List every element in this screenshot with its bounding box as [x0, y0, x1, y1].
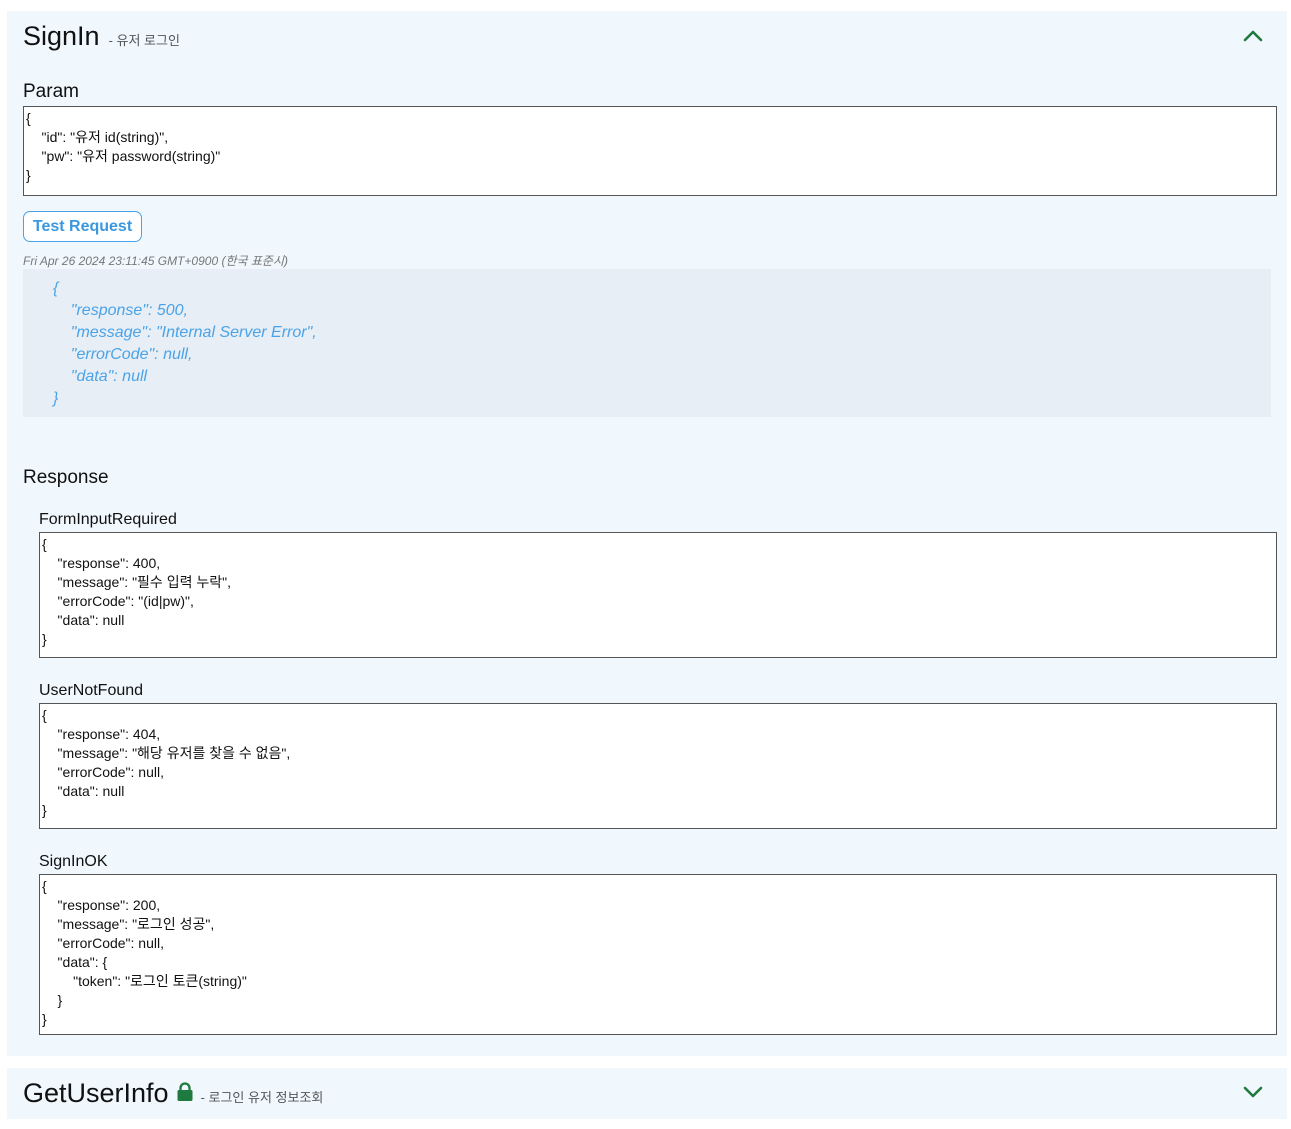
test-request-button[interactable]: Test Request	[23, 211, 142, 242]
chevron-down-icon[interactable]	[1241, 1082, 1265, 1107]
response-name-form-input-required: FormInputRequired	[39, 511, 177, 528]
param-input[interactable]: { "id": "유저 id(string)", "pw": "유저 passw…	[23, 106, 1277, 196]
getuserinfo-subtitle: - 로그인 유저 정보조회	[200, 1090, 324, 1105]
param-label: Param	[23, 81, 79, 102]
response-body-form-input-required[interactable]: { "response": 400, "message": "필수 입력 누락"…	[39, 532, 1277, 658]
response-body-signin-ok[interactable]: { "response": 200, "message": "로그인 성공", …	[39, 874, 1277, 1035]
signin-panel: SignIn - 유저 로그인 Param { "id": "유저 id(str…	[7, 11, 1287, 1056]
request-timestamp: Fri Apr 26 2024 23:11:45 GMT+0900 (한국 표준…	[23, 254, 288, 268]
response-label: Response	[23, 467, 109, 488]
response-name-user-not-found: UserNotFound	[39, 682, 144, 699]
chevron-up-icon[interactable]	[1241, 25, 1265, 50]
response-body-user-not-found[interactable]: { "response": 404, "message": "해당 유저를 찾을…	[39, 703, 1277, 829]
getuserinfo-title: GetUserInfo	[23, 1078, 169, 1108]
signin-subtitle: - 유저 로그인	[108, 33, 180, 48]
getuserinfo-panel: GetUserInfo - 로그인 유저 정보조회	[7, 1068, 1287, 1119]
signin-header[interactable]: SignIn - 유저 로그인	[23, 21, 180, 52]
lock-icon	[176, 1082, 194, 1107]
getuserinfo-header[interactable]: GetUserInfo - 로그인 유저 정보조회	[23, 1078, 323, 1109]
response-name-signin-ok: SignInOK	[39, 853, 108, 870]
signin-title: SignIn	[23, 21, 100, 51]
test-result-output: { "response": 500, "message": "Internal …	[23, 269, 1271, 417]
